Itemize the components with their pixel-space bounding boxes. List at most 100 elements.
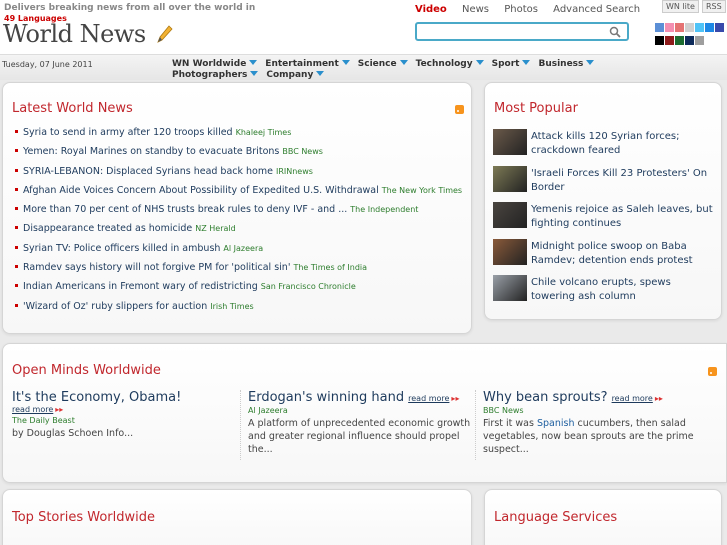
search-icon[interactable] (609, 26, 621, 38)
chevron-down-icon (249, 60, 258, 65)
nav-video[interactable]: Video (415, 4, 447, 15)
nav-item[interactable]: Technology (416, 59, 484, 70)
read-more-link[interactable]: read more (408, 394, 449, 403)
theme-swatch[interactable] (715, 23, 724, 32)
news-headline-link[interactable]: Disappearance treated as homicide (23, 223, 192, 234)
opinion-source[interactable]: BBC News (483, 406, 713, 415)
theme-swatch[interactable] (675, 23, 684, 32)
opinion-source[interactable]: The Daily Beast (12, 416, 242, 425)
rss-icon[interactable] (455, 105, 464, 114)
news-headline-link[interactable]: Syria to send in army after 120 troops k… (23, 127, 233, 138)
popular-thumbnail[interactable] (493, 275, 527, 301)
popular-item: Yemenis rejoice as Saleh leaves, but fig… (493, 202, 715, 234)
nav-item[interactable]: Sport (492, 59, 531, 70)
site-header: Delivers breaking news from all over the… (0, 0, 727, 54)
news-headline-link[interactable]: Afghan Aide Voices Concern About Possibi… (23, 185, 379, 196)
theme-swatch[interactable] (675, 36, 684, 45)
popular-headline-link[interactable]: Midnight police swoop on Baba Ramdev; de… (531, 240, 715, 268)
news-source-link[interactable]: BBC News (282, 147, 323, 156)
nav-item-label: Science (357, 59, 397, 69)
news-headline-link[interactable]: 'Wizard of Oz' ruby slippers for auction (23, 301, 207, 312)
theme-swatch[interactable] (655, 23, 664, 32)
popular-thumbnail[interactable] (493, 202, 527, 228)
nav-item[interactable]: WN Worldwide (172, 59, 258, 70)
read-more-link[interactable]: read more (612, 394, 653, 403)
theme-swatch[interactable] (665, 23, 674, 32)
rss-button[interactable]: RSS (702, 0, 726, 13)
opinion-title[interactable]: Erdogan's winning hand (248, 390, 404, 405)
news-item: Indian Americans in Fremont wary of redi… (15, 281, 462, 300)
theme-swatch[interactable] (695, 36, 704, 45)
popular-thumbnail[interactable] (493, 129, 527, 155)
news-source-link[interactable]: Al Jazeera (223, 244, 263, 253)
theme-swatch[interactable] (695, 23, 704, 32)
theme-swatch[interactable] (665, 36, 674, 45)
nav-item-label: Technology (415, 59, 473, 69)
news-source-link[interactable]: The New York Times (382, 186, 462, 195)
theme-swatch[interactable] (705, 23, 714, 32)
opinion-item: Erdogan's winning hand read more ▸▸ Al Jaz… (248, 390, 478, 462)
news-source-link[interactable]: Khaleej Times (236, 128, 292, 137)
news-headline-link[interactable]: Syrian TV: Police officers killed in amb… (23, 243, 220, 254)
theme-swatch[interactable] (655, 36, 664, 45)
current-date: Tuesday, 07 June 2011 (2, 60, 93, 69)
bullet-icon (15, 187, 18, 191)
popular-thumbnail[interactable] (493, 165, 527, 192)
popular-thumbnail[interactable] (493, 238, 527, 265)
chevron-down-icon (475, 60, 484, 65)
pencil-icon (157, 25, 173, 43)
tagline: Delivers breaking news from all over the… (4, 3, 256, 13)
most-popular-title: Most Popular (494, 101, 578, 116)
popular-headline-link[interactable]: Chile volcano erupts, spews towering ash… (531, 276, 715, 304)
nav-item[interactable]: Photographers (172, 70, 259, 81)
nav-item[interactable]: Company (266, 70, 325, 81)
popular-item: Midnight police swoop on Baba Ramdev; de… (493, 238, 715, 271)
news-source-link[interactable]: IRINnews (276, 167, 313, 176)
wn-lite-button[interactable]: WN lite (662, 0, 699, 13)
popular-headline-link[interactable]: Yemenis rejoice as Saleh leaves, but fig… (531, 203, 715, 231)
news-source-link[interactable]: NZ Herald (195, 224, 235, 233)
opinion-source[interactable]: Al Jazeera (248, 406, 478, 415)
theme-swatch[interactable] (685, 23, 694, 32)
popular-headline-link[interactable]: Attack kills 120 Syrian forces; crackdow… (531, 130, 715, 158)
top-nav: Video News Photos Advanced Search (415, 4, 652, 15)
desc-highlight-link[interactable]: Spanish (537, 418, 575, 429)
nav-news[interactable]: News (462, 4, 489, 15)
news-headline-link[interactable]: Indian Americans in Fremont wary of redi… (23, 281, 258, 292)
news-headline-link[interactable]: Yemen: Royal Marines on standby to evacu… (23, 146, 279, 157)
search-box (415, 22, 629, 41)
site-logo[interactable]: World News (3, 20, 146, 48)
news-item: More than 70 per cent of NHS trusts brea… (15, 204, 462, 223)
theme-swatch[interactable] (685, 36, 694, 45)
nav-photos[interactable]: Photos (504, 4, 538, 15)
news-item: Disappearance treated as homicide NZ Hera… (15, 223, 462, 242)
divider (240, 390, 241, 460)
desc-text: First it was (483, 418, 537, 429)
nav-item[interactable]: Business (538, 59, 595, 70)
news-source-link[interactable]: Irish Times (210, 302, 253, 311)
opinion-title[interactable]: Why bean sprouts? (483, 390, 608, 405)
language-services-panel: Language Services (484, 489, 722, 545)
rss-icon[interactable] (708, 367, 717, 376)
nav-advanced-search[interactable]: Advanced Search (553, 4, 640, 15)
nav-item[interactable]: Entertainment (265, 59, 350, 70)
news-item: 'Wizard of Oz' ruby slippers for auction… (15, 301, 462, 320)
read-more-link[interactable]: read more (12, 405, 53, 414)
opinion-desc: by Douglas Schoen Info... (12, 428, 134, 439)
language-services-title: Language Services (494, 510, 618, 525)
nav-item-label: Photographers (172, 70, 248, 80)
news-headline-link[interactable]: Ramdev says history will not forgive PM … (23, 262, 290, 273)
popular-item: Chile volcano erupts, spews towering ash… (493, 275, 715, 307)
popular-headline-link[interactable]: 'Israeli Forces Kill 23 Protesters' On B… (531, 167, 715, 195)
opinion-title[interactable]: It's the Economy, Obama! (12, 390, 181, 405)
news-item: Syrian TV: Police officers killed in amb… (15, 243, 462, 262)
news-source-link[interactable]: San Francisco Chronicle (261, 282, 356, 291)
nav-item[interactable]: Science (358, 59, 408, 70)
news-headline-link[interactable]: More than 70 per cent of NHS trusts brea… (23, 204, 347, 215)
news-headline-link[interactable]: SYRIA-LEBANON: Displaced Syrians head ba… (23, 166, 273, 177)
bullet-icon (15, 265, 18, 269)
news-source-link[interactable]: The Times of India (293, 263, 367, 272)
search-input[interactable] (420, 24, 606, 39)
opinion-desc: First it was Spanish cucumbers, then sal… (483, 417, 713, 456)
news-source-link[interactable]: The Independent (350, 205, 418, 214)
